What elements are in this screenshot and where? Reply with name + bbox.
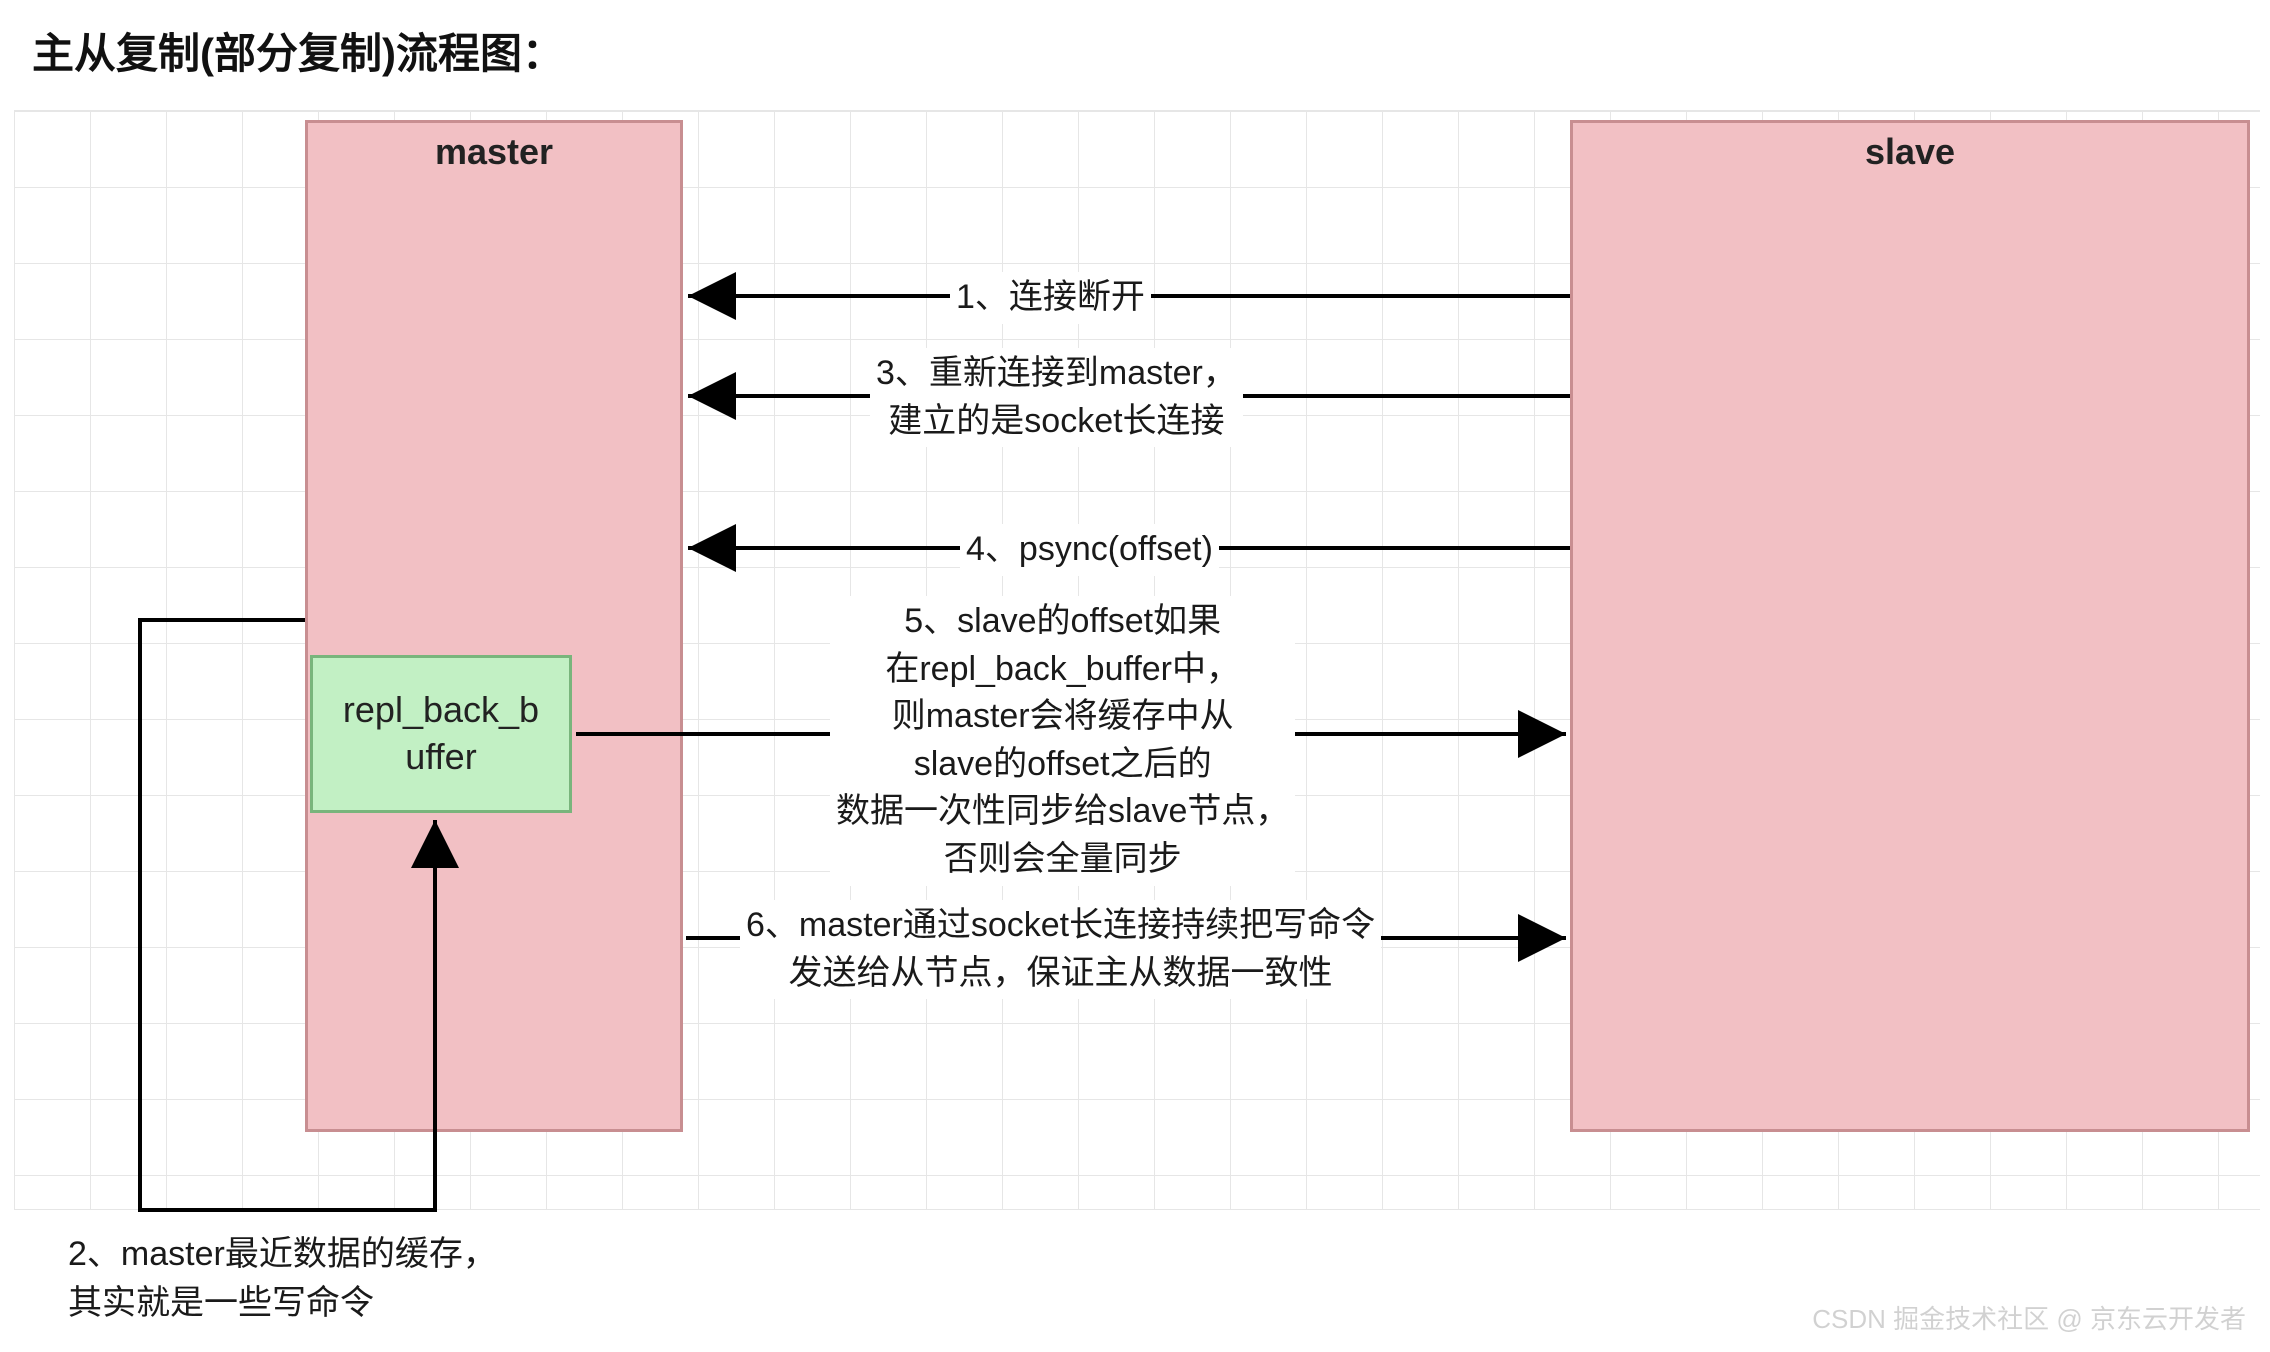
page-title: 主从复制(部分复制)流程图： <box>32 20 564 81</box>
label-step-6: 6、master通过socket长连接持续把写命令 发送给从节点，保证主从数据一… <box>740 900 1381 999</box>
label-step-3: 3、重新连接到master， 建立的是socket长连接 <box>870 348 1243 447</box>
watermark: CSDN 掘金技术社区 @ 京东云开发者 <box>1812 1299 2246 1336</box>
label-step-4: 4、psync(offset) <box>960 524 1219 576</box>
node-master-label: master <box>435 131 553 173</box>
label-step-2: 2、master最近数据的缓存， 其实就是一些写命令 <box>68 1230 497 1329</box>
node-slave-label: slave <box>1865 131 1955 173</box>
node-slave: slave <box>1570 120 2250 1132</box>
node-master: master <box>305 120 683 1132</box>
node-repl-buffer: repl_back_b uffer <box>310 655 572 813</box>
node-repl-buffer-label: repl_back_b uffer <box>343 687 539 781</box>
label-step-5: 5、slave的offset如果 在repl_back_buffer中， 则ma… <box>830 596 1295 886</box>
label-step-1: 1、连接断开 <box>950 272 1151 324</box>
